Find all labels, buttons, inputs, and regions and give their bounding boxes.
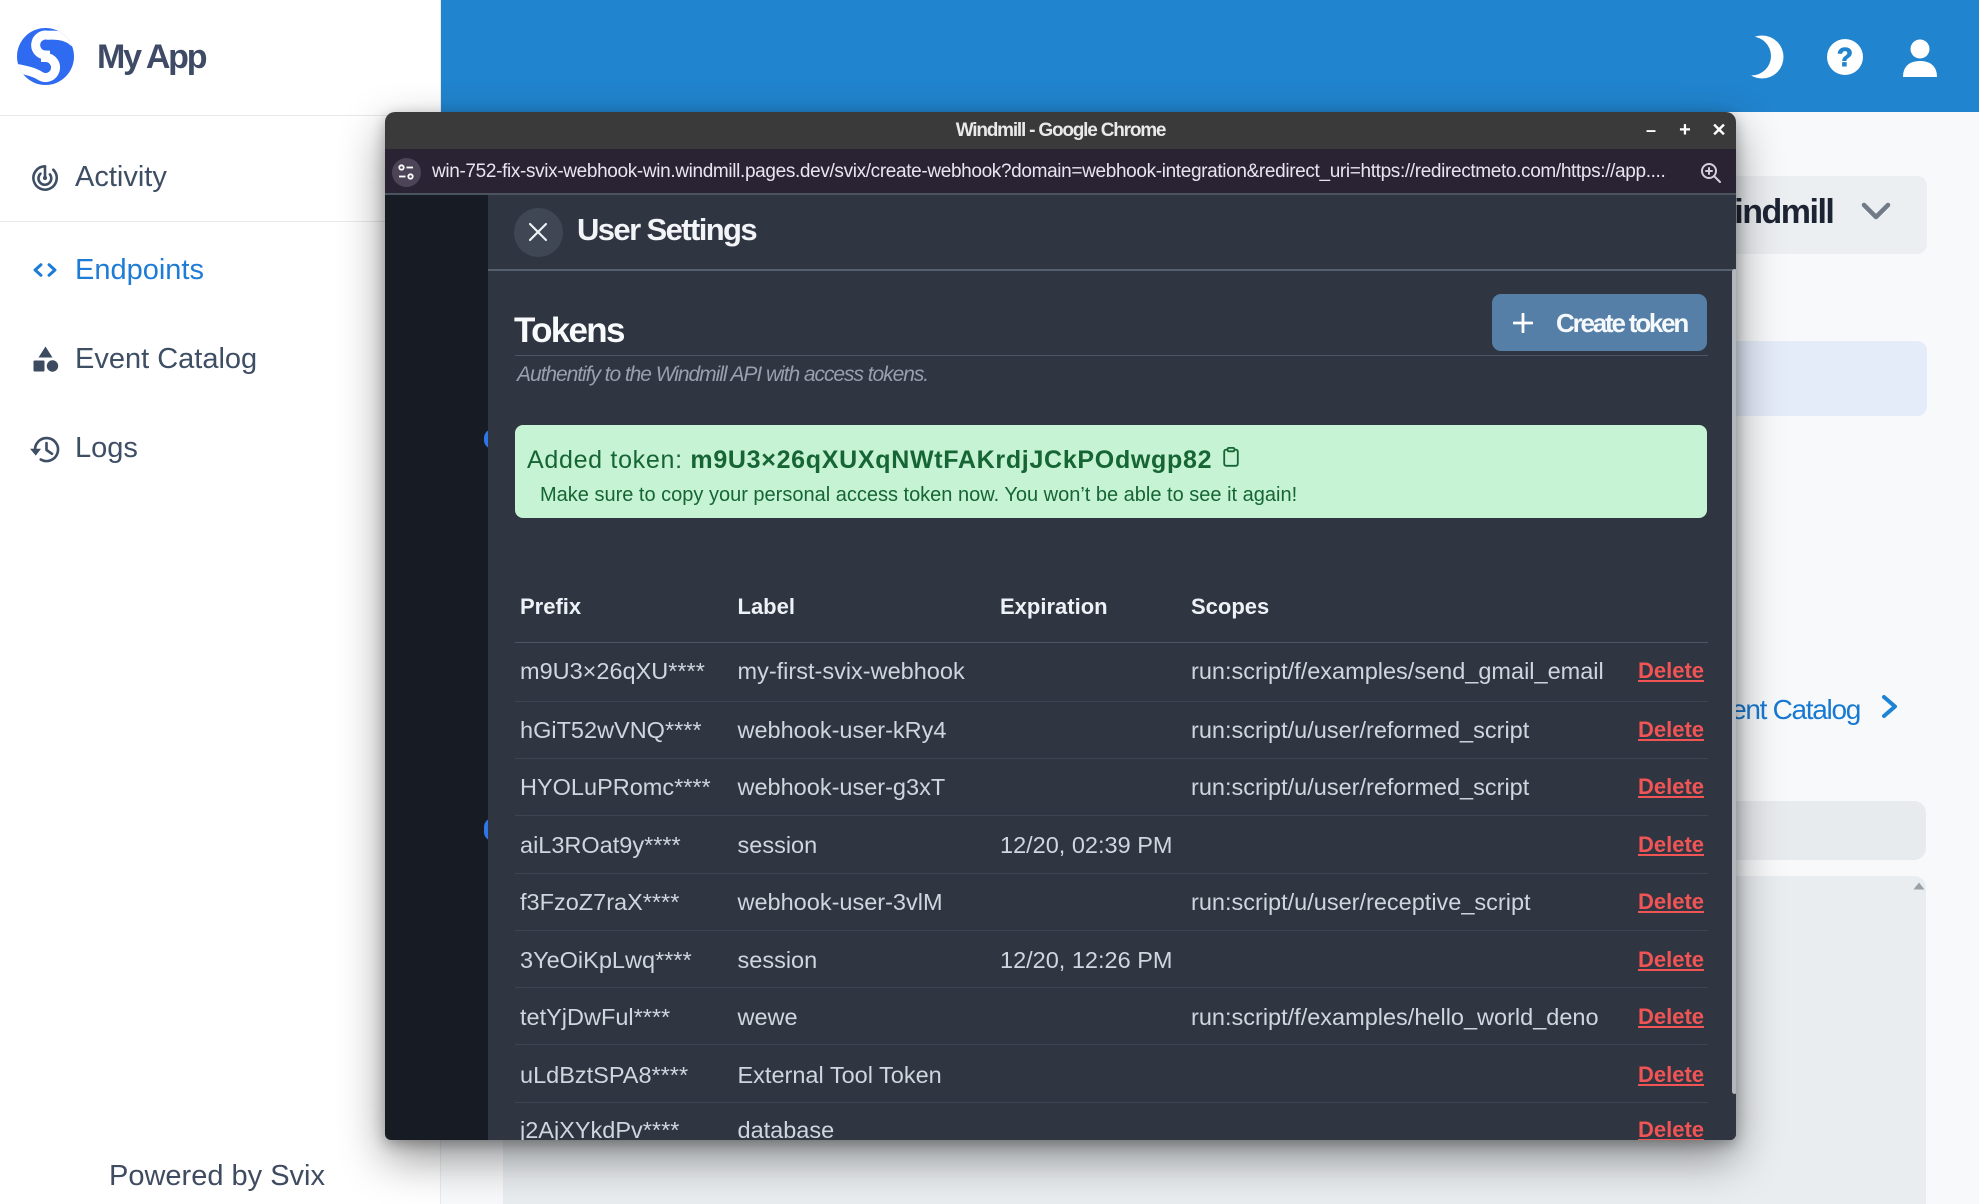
svg-text:?: ? — [1837, 42, 1853, 72]
